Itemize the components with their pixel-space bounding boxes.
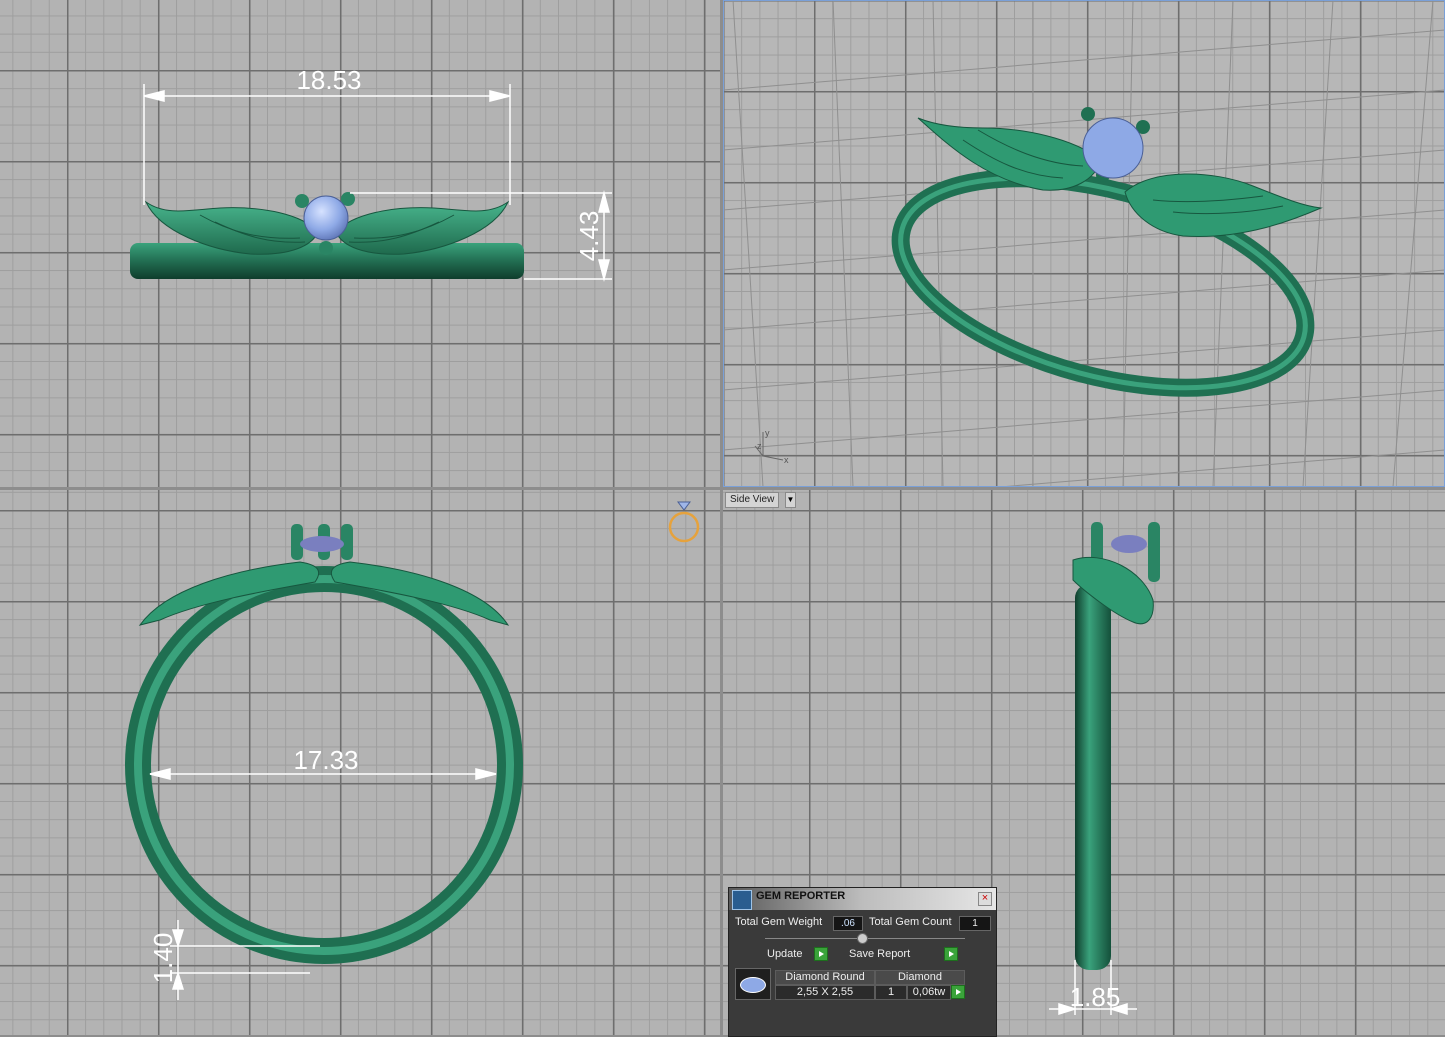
axis-z-label: z [757,441,762,451]
save-report-play-icon[interactable] [944,947,958,961]
close-icon[interactable]: × [978,892,992,906]
update-button[interactable]: Update [767,947,802,961]
gem [1082,117,1144,179]
perspective-canvas: y x z [723,0,1445,487]
prong [319,241,333,255]
gem-reporter-panel: GEM REPORTER × Total Gem Weight .06 Tota… [728,887,997,1037]
gem-type-header: Diamond Round [775,970,875,985]
ring-band [1075,584,1111,970]
prong [1148,522,1160,582]
gem-thumbnail[interactable] [735,968,771,1000]
gem-reporter-logo-icon [732,890,752,910]
dimension-inner-diameter-label: 17.33 [293,745,358,775]
gem-count-cell: 1 [875,985,907,1000]
ring-view-icon[interactable] [668,501,700,543]
total-gem-weight-value: .06 [833,916,863,931]
gem [303,195,349,241]
update-play-icon[interactable] [814,947,828,961]
axis-y-label: y [765,428,770,438]
gem-reporter-title-bar[interactable]: GEM REPORTER × [729,888,996,910]
dimension-thickness-label: 1.40 [148,933,178,984]
perspective-grid [723,0,1445,487]
gem [1111,535,1147,553]
total-gem-count-label: Total Gem Count [869,916,952,928]
gem-row-play-icon[interactable] [951,985,965,999]
save-report-button[interactable]: Save Report [849,947,910,961]
gem-material-header: Diamond [875,970,965,985]
gem-round-icon [740,977,766,993]
perspective-viewport[interactable]: y x z [723,0,1445,487]
dimension-width-label: 18.53 [296,65,361,95]
prong [295,194,309,208]
gem-reporter-title: GEM REPORTER [756,890,846,902]
dimension-side-width-label: 1.85 [1070,982,1121,1012]
prong [1081,107,1095,121]
gem-weight-cell: 0,06tw [907,985,951,1000]
front-view-canvas: 18.53 4.43 [130,65,612,282]
gem-size-cell: 2,55 X 2,55 [775,985,875,1000]
dimension-width [143,84,511,205]
total-gem-count-value: 1 [959,916,991,931]
right-wing [1124,173,1323,238]
panel-slider-handle[interactable] [857,933,868,944]
ring-band [891,169,1315,397]
dimension-height-label: 4.43 [574,211,604,262]
axis-x-label: x [784,455,789,465]
top-viewport[interactable]: 17.33 1.40 [0,490,720,1035]
left-wing [917,117,1102,191]
top-view-canvas: 17.33 1.40 [125,501,700,1000]
total-gem-weight-label: Total Gem Weight [735,916,823,928]
front-viewport[interactable]: 18.53 4.43 [0,0,720,487]
gem [300,536,344,552]
